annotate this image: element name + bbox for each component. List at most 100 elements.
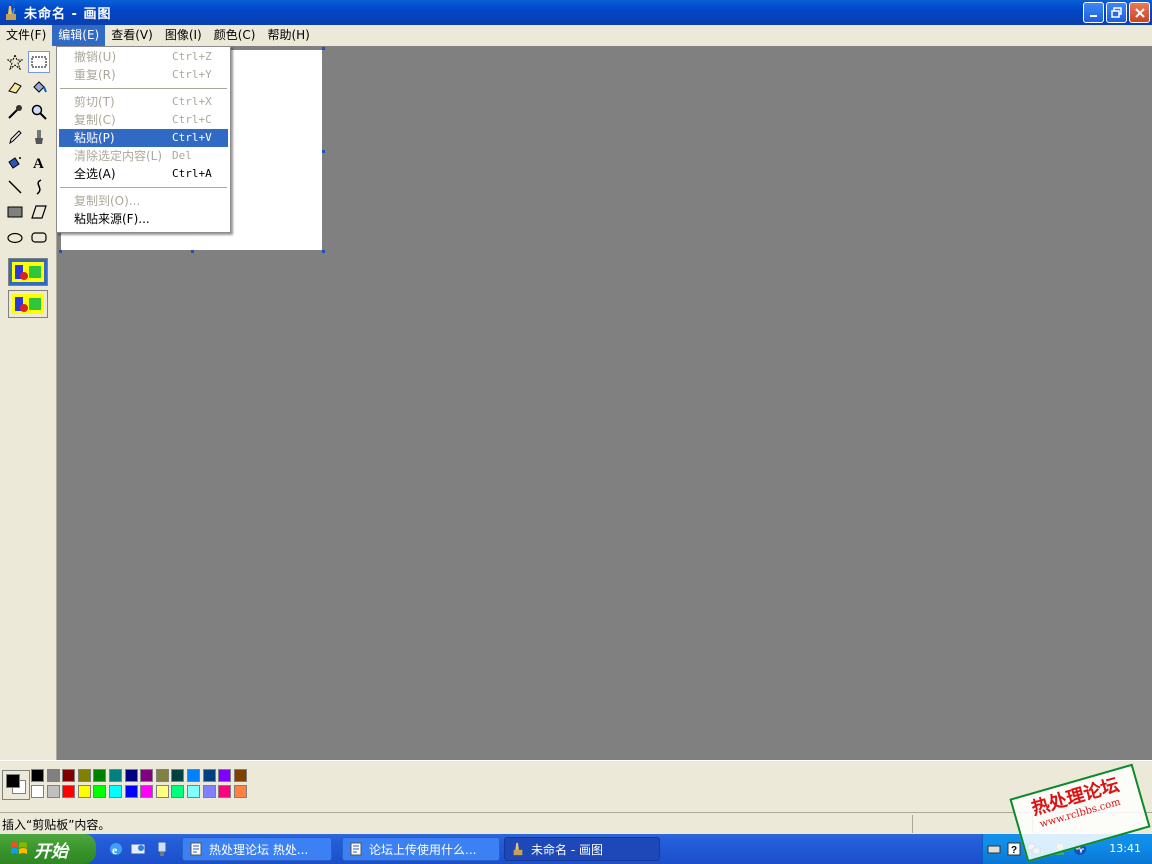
menu-clear-selection-label: 清除选定内容(L) <box>74 149 163 163</box>
palette-swatch[interactable] <box>233 769 247 782</box>
palette-swatch[interactable] <box>46 785 60 798</box>
palette-swatch[interactable] <box>155 769 169 782</box>
line-tool[interactable] <box>4 176 26 198</box>
color-picker-tool[interactable] <box>4 101 26 123</box>
airbrush-icon <box>8 157 21 169</box>
palette-swatch[interactable] <box>77 769 91 782</box>
palette-swatch[interactable] <box>93 785 107 798</box>
resize-handle[interactable] <box>322 250 325 253</box>
menu-file[interactable]: 文件(F) <box>0 25 52 46</box>
magnifier-tool[interactable] <box>28 101 50 123</box>
restore-button[interactable] <box>1106 2 1127 23</box>
palette-swatch[interactable] <box>171 785 185 798</box>
palette-swatch[interactable] <box>62 769 76 782</box>
palette-swatch[interactable] <box>46 769 60 782</box>
opaque-mode-icon <box>12 262 44 282</box>
palette-swatch[interactable] <box>187 785 200 798</box>
rectangle-icon <box>7 206 23 218</box>
palette-swatch[interactable] <box>187 769 200 782</box>
svg-text:A: A <box>33 156 44 170</box>
rectangle-tool[interactable] <box>4 201 26 223</box>
menu-copy-to[interactable]: 复制到(O)... <box>59 192 228 210</box>
menu-copy-label: 复制(C) <box>74 113 116 127</box>
palette-swatch[interactable] <box>218 769 232 782</box>
palette-swatch[interactable] <box>218 785 232 798</box>
menu-view[interactable]: 查看(V) <box>105 25 159 46</box>
menu-paste-from[interactable]: 粘贴来源(F)... <box>59 210 228 228</box>
brush-tool[interactable] <box>28 126 50 148</box>
palette-swatch[interactable] <box>77 785 91 798</box>
menu-redo-label: 重复(R) <box>74 68 116 82</box>
palette-swatch[interactable] <box>155 785 169 798</box>
start-button[interactable]: 开始 <box>0 834 96 864</box>
palette-swatch[interactable] <box>202 769 216 782</box>
text-icon: A <box>33 156 44 170</box>
palette-swatch[interactable] <box>93 769 107 782</box>
show-desktop-icon[interactable] <box>154 841 170 857</box>
palette-swatch[interactable] <box>62 785 76 798</box>
free-select-tool[interactable] <box>4 51 26 73</box>
close-button[interactable] <box>1129 2 1150 23</box>
menu-edit[interactable]: 编辑(E) <box>52 25 106 46</box>
palette-swatch[interactable] <box>202 785 216 798</box>
menu-copy[interactable]: 复制(C) Ctrl+C <box>59 111 228 129</box>
curve-tool[interactable] <box>28 176 50 198</box>
toolbox: A <box>0 46 57 760</box>
clock[interactable]: 13:41 <box>1109 842 1141 855</box>
resize-handle[interactable] <box>322 47 325 50</box>
menu-select-all[interactable]: 全选(A) Ctrl+A <box>59 165 228 183</box>
window-title: 未命名 - 画图 <box>24 7 112 22</box>
menu-redo[interactable]: 重复(R) Ctrl+Y <box>59 66 228 84</box>
palette-swatch[interactable] <box>124 785 138 798</box>
text-tool[interactable]: A <box>28 151 50 173</box>
pencil-tool[interactable] <box>4 126 26 148</box>
taskbar-item[interactable]: 论坛上传使用什么... <box>342 837 500 861</box>
keyboard-icon[interactable] <box>987 842 1001 856</box>
palette-swatch[interactable] <box>233 785 247 798</box>
palette-swatch[interactable] <box>109 769 122 782</box>
menu-paste-label: 粘贴(P) <box>74 131 115 145</box>
minimize-button[interactable] <box>1083 2 1104 23</box>
menu-copy-to-label: 复制到(O)... <box>74 194 141 208</box>
current-colors[interactable] <box>2 770 30 800</box>
menu-help[interactable]: 帮助(H) <box>261 25 315 46</box>
menu-clear-selection[interactable]: 清除选定内容(L) Del <box>59 147 228 165</box>
airbrush-tool[interactable] <box>4 151 26 173</box>
palette-swatch[interactable] <box>31 785 44 798</box>
polygon-icon <box>31 205 47 219</box>
palette-swatch[interactable] <box>140 785 154 798</box>
opaque-option[interactable] <box>8 258 48 286</box>
eraser-tool[interactable] <box>4 76 26 98</box>
rect-select-tool[interactable] <box>28 51 50 73</box>
menu-paste-from-label: 粘贴来源(F)... <box>74 212 150 226</box>
menu-paste-shortcut: Ctrl+V <box>172 131 212 144</box>
resize-handle[interactable] <box>322 150 325 153</box>
taskbar-item-label: 论坛上传使用什么... <box>369 842 477 857</box>
help-icon[interactable]: ? <box>1007 842 1021 856</box>
menu-undo[interactable]: 撤销(U) Ctrl+Z <box>59 48 228 66</box>
menu-paste[interactable]: 粘贴(P) Ctrl+V <box>59 129 228 147</box>
taskbar-item-active[interactable]: 未命名 - 画图 <box>504 837 660 861</box>
palette-swatch[interactable] <box>124 769 138 782</box>
menu-cut-shortcut: Ctrl+X <box>172 95 212 108</box>
menu-image[interactable]: 图像(I) <box>159 25 208 46</box>
palette-swatch[interactable] <box>109 785 122 798</box>
polygon-tool[interactable] <box>28 201 50 223</box>
internet-explorer-icon[interactable]: e <box>108 841 124 857</box>
palette-swatch[interactable] <box>140 769 154 782</box>
transparent-option[interactable] <box>8 290 48 318</box>
edit-menu-dropdown: 撤销(U) Ctrl+Z 重复(R) Ctrl+Y 剪切(T) Ctrl+X 复… <box>56 46 231 233</box>
ellipse-tool[interactable] <box>4 226 26 248</box>
rounded-rect-tool[interactable] <box>28 226 50 248</box>
svg-text:?: ? <box>1011 845 1017 856</box>
menu-copy-shortcut: Ctrl+C <box>172 113 212 126</box>
taskbar-item[interactable]: 热处理论坛 热处... <box>182 837 332 861</box>
palette-swatch[interactable] <box>171 769 185 782</box>
resize-handle[interactable] <box>191 250 194 253</box>
palette-swatch[interactable] <box>31 769 44 782</box>
fill-tool[interactable] <box>28 76 50 98</box>
outlook-express-icon[interactable] <box>130 841 146 857</box>
resize-handle[interactable] <box>59 250 62 253</box>
menu-colors[interactable]: 颜色(C) <box>208 25 262 46</box>
menu-cut[interactable]: 剪切(T) Ctrl+X <box>59 93 228 111</box>
